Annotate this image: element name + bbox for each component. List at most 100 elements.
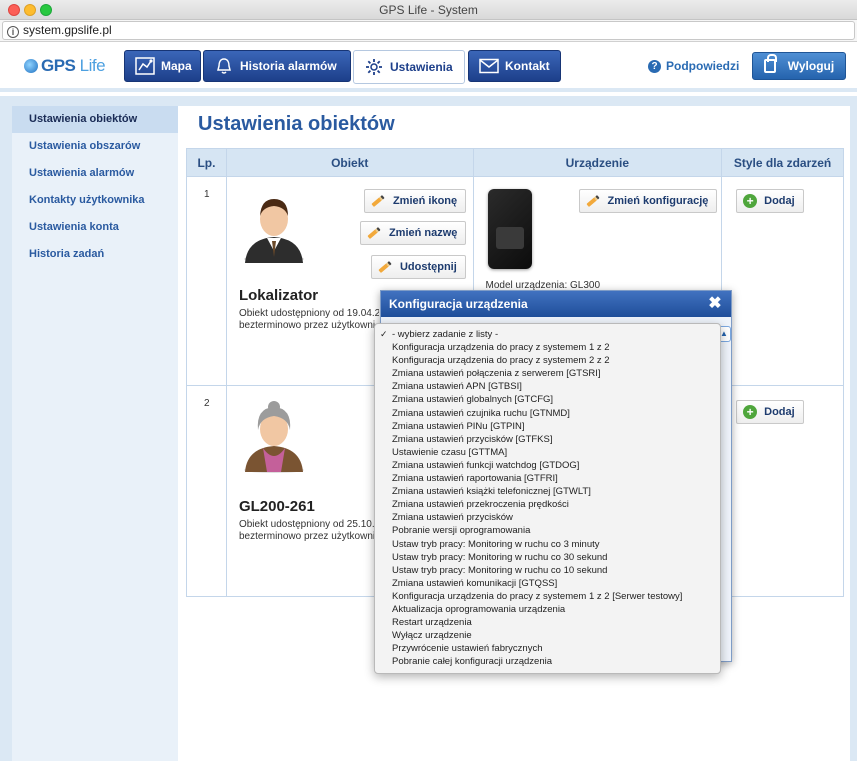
- logo-life-text: Life: [79, 56, 106, 75]
- styles-cell: + Dodaj: [721, 385, 844, 597]
- logout-label: Wyloguj: [787, 59, 835, 73]
- object-share-note: bezterminowo przez użytkowni: [238, 320, 376, 331]
- dropdown-option[interactable]: Zmiana ustawień przekroczenia prędkości: [375, 498, 720, 511]
- dropdown-option[interactable]: Zmiana ustawień globalnych [GTCFG]: [375, 393, 720, 406]
- sidebar-item-ustawienia-obszarow[interactable]: Ustawienia obszarów: [12, 133, 178, 160]
- gps-device-image: [487, 189, 532, 269]
- url-field[interactable]: i system.gpslife.pl: [2, 21, 855, 40]
- change-name-label: Zmień nazwę: [388, 227, 458, 239]
- dropdown-option[interactable]: Zmiana ustawień czujnika ruchu [GTNMD]: [375, 407, 720, 420]
- dropdown-option[interactable]: Zmiana ustawień komunikacji [GTQSS]: [375, 577, 720, 590]
- nav-ustawienia-tab[interactable]: Ustawienia: [353, 50, 465, 84]
- column-header-lp: Lp.: [186, 148, 227, 177]
- object-name: Lokalizator: [238, 287, 319, 304]
- close-icon[interactable]: ✖: [707, 296, 723, 312]
- gear-icon: [364, 58, 384, 76]
- address-bar: i system.gpslife.pl: [0, 20, 857, 42]
- change-config-label: Zmień konfigurację: [607, 195, 709, 207]
- nav-historia-alarmow-button[interactable]: Historia alarmów: [203, 50, 351, 82]
- styles-cell: + Dodaj: [721, 176, 844, 386]
- nav-ustawienia-label: Ustawienia: [390, 60, 453, 74]
- zoom-window-button[interactable]: [40, 4, 52, 16]
- column-header-obiekt: Obiekt: [225, 148, 474, 177]
- dropdown-option[interactable]: Konfiguracja urządzenia do pracy z syste…: [375, 590, 720, 603]
- dropdown-option[interactable]: Aktualizacja oprogramowania urządzenia: [375, 603, 720, 616]
- object-share-note: Obiekt udostępniony od 25.10.: [238, 519, 375, 530]
- man-avatar-icon: [243, 199, 304, 263]
- dropdown-option[interactable]: - wybierz zadanie z listy -: [375, 328, 720, 341]
- dropdown-option[interactable]: Wyłącz urządzenie: [375, 629, 720, 642]
- change-icon-label: Zmień ikonę: [392, 195, 458, 207]
- logo-globe-icon: [24, 59, 38, 73]
- share-button[interactable]: Udostępnij: [370, 255, 466, 279]
- url-text: system.gpslife.pl: [23, 23, 112, 37]
- column-header-style: Style dla zdarzeń: [721, 148, 844, 177]
- page-title: Ustawienia obiektów: [198, 113, 395, 135]
- object-name: GL200-261: [238, 498, 315, 515]
- share-label: Udostępnij: [399, 261, 457, 273]
- dropdown-option[interactable]: Zmiana ustawień połączenia z serwerem [G…: [375, 367, 720, 380]
- map-icon: [135, 57, 155, 75]
- logo-gps-text: GPS: [41, 56, 76, 75]
- dropdown-option[interactable]: Zmiana ustawień książki telefonicznej [G…: [375, 485, 720, 498]
- logout-button[interactable]: Wyloguj: [752, 52, 846, 80]
- row-lp: 1: [186, 176, 227, 386]
- nav-kontakt-label: Kontakt: [505, 59, 550, 73]
- info-icon[interactable]: i: [7, 26, 19, 38]
- task-select-dropdown[interactable]: - wybierz zadanie z listy - Konfiguracja…: [374, 323, 721, 674]
- dropdown-option[interactable]: Konfiguracja urządzenia do pracy z syste…: [375, 354, 720, 367]
- add-style-button[interactable]: + Dodaj: [736, 189, 804, 213]
- sidebar-item-kontakty-uzytkownika[interactable]: Kontakty użytkownika: [12, 187, 178, 214]
- help-link[interactable]: ? Podpowiedzi: [648, 59, 739, 73]
- pencil-icon: [371, 194, 385, 208]
- table-header-row: Lp. Obiekt Urządzenie Style dla zdarzeń: [186, 148, 844, 177]
- dropdown-option[interactable]: Zmiana ustawień APN [GTBSI]: [375, 380, 720, 393]
- envelope-icon: [479, 57, 499, 75]
- sidebar-item-ustawienia-obiektow[interactable]: Ustawienia obiektów: [12, 106, 178, 133]
- sidebar-item-ustawienia-konta[interactable]: Ustawienia konta: [12, 214, 178, 241]
- lock-icon: [763, 54, 777, 73]
- change-name-button[interactable]: Zmień nazwę: [359, 221, 467, 245]
- sidebar-item-ustawienia-alarmow[interactable]: Ustawienia alarmów: [12, 160, 178, 187]
- column-header-urzadzenie: Urządzenie: [472, 148, 723, 177]
- sidebar: Ustawienia obiektów Ustawienia obszarów …: [12, 106, 178, 761]
- dropdown-option[interactable]: Ustaw tryb pracy: Monitoring w ruchu co …: [375, 564, 720, 577]
- pencil-icon: [378, 260, 392, 274]
- woman-avatar-icon: [243, 401, 304, 473]
- close-window-button[interactable]: [8, 4, 20, 16]
- add-style-label: Dodaj: [764, 195, 795, 207]
- nav-mapa-button[interactable]: Mapa: [124, 50, 201, 82]
- modal-header: Konfiguracja urządzenia ✖: [381, 291, 731, 317]
- sidebar-item-historia-zadan[interactable]: Historia zadań: [12, 241, 178, 268]
- dropdown-option[interactable]: Ustaw tryb pracy: Monitoring w ruchu co …: [375, 538, 720, 551]
- dropdown-option[interactable]: Zmiana ustawień funkcji watchdog [GTDOG]: [375, 459, 720, 472]
- window-title: GPS Life - System: [379, 3, 478, 17]
- dropdown-option[interactable]: Pobranie całej konfiguracji urządzenia: [375, 655, 720, 668]
- pencil-icon: [367, 226, 381, 240]
- nav-kontakt-button[interactable]: Kontakt: [468, 50, 561, 82]
- bell-icon: [214, 57, 234, 75]
- gpslife-logo[interactable]: GPS Life: [24, 56, 106, 76]
- window-titlebar: GPS Life - System: [0, 0, 857, 20]
- dropdown-option[interactable]: Pobranie wersji oprogramowania: [375, 524, 720, 537]
- dropdown-option[interactable]: Zmiana ustawień PINu [GTPIN]: [375, 420, 720, 433]
- change-icon-button[interactable]: Zmień ikonę: [363, 189, 467, 213]
- nav-historia-alarmow-label: Historia alarmów: [240, 59, 337, 73]
- dropdown-option[interactable]: Konfiguracja urządzenia do pracy z syste…: [375, 341, 720, 354]
- object-share-note: Obiekt udostępniony od 19.04.2: [238, 308, 379, 319]
- question-icon: ?: [648, 59, 661, 73]
- pencil-icon: [585, 194, 600, 208]
- dropdown-option[interactable]: Zmiana ustawień przycisków [GTFKS]: [375, 433, 720, 446]
- add-style-label: Dodaj: [764, 406, 795, 418]
- minimize-window-button[interactable]: [24, 4, 36, 16]
- dropdown-option[interactable]: Restart urządzenia: [375, 616, 720, 629]
- dropdown-option[interactable]: Ustawienie czasu [GTTMA]: [375, 446, 720, 459]
- add-style-button[interactable]: + Dodaj: [736, 400, 804, 424]
- object-share-note: bezterminowo przez użytkowni: [238, 531, 376, 542]
- dropdown-option[interactable]: Ustaw tryb pracy: Monitoring w ruchu co …: [375, 551, 720, 564]
- row-lp: 2: [186, 385, 227, 597]
- change-config-button[interactable]: Zmień konfigurację: [578, 189, 718, 213]
- dropdown-option[interactable]: Przywrócenie ustawień fabrycznych: [375, 642, 720, 655]
- dropdown-option[interactable]: Zmiana ustawień raportowania [GTFRI]: [375, 472, 720, 485]
- dropdown-option[interactable]: Zmiana ustawień przycisków: [375, 511, 720, 524]
